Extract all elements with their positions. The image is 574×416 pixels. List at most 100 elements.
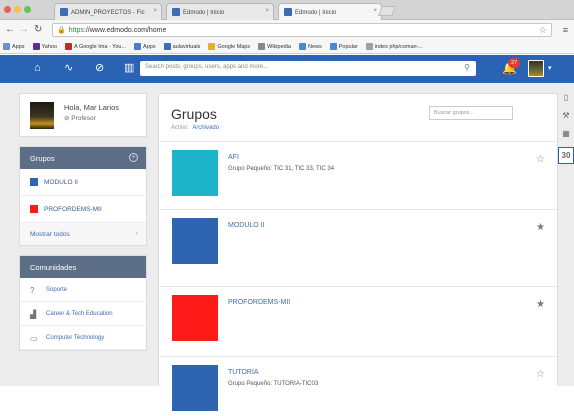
- bookmark-item[interactable]: Wikipedia: [258, 43, 291, 50]
- chevron-down-icon[interactable]: ▾: [548, 64, 552, 72]
- discover-icon[interactable]: ⊘: [95, 61, 104, 75]
- star-filled-icon[interactable]: ★: [536, 222, 545, 233]
- group-row[interactable]: AFI Grupo Pequeño: TIC 31, TIC 33, TIC 3…: [159, 141, 557, 201]
- group-thumbnail[interactable]: [172, 295, 218, 341]
- group-name[interactable]: PROFORDEMS-MII: [228, 299, 290, 306]
- add-group-icon[interactable]: +: [129, 153, 138, 162]
- group-search-input[interactable]: Buscar grupos...: [429, 106, 513, 120]
- groups-main-panel: Grupos Activo Archivado Buscar grupos... …: [158, 93, 558, 411]
- reload-icon[interactable]: ↻: [34, 24, 42, 36]
- window-controls: [4, 6, 31, 13]
- bookmark-item[interactable]: News: [298, 43, 322, 50]
- youtube-icon: [65, 43, 73, 50]
- bookmark-item[interactable]: Apps: [134, 43, 156, 50]
- browser-tab-bar: ADMIN_PROYECTOS - Fic × Edmodo | Inicio …: [0, 0, 574, 20]
- communities-panel-header: Comunidades: [20, 256, 146, 278]
- group-thumbnail[interactable]: [172, 218, 218, 264]
- bookmark-item[interactable]: A Google Ima - You...: [65, 43, 126, 50]
- tab-archived-groups[interactable]: Archivado: [192, 125, 219, 131]
- community-item[interactable]: ▭ Computer Technology: [20, 326, 146, 350]
- browser-tab[interactable]: Edmodo | Inicio ×: [166, 3, 274, 20]
- browser-menu-icon[interactable]: ≡: [563, 25, 568, 35]
- page-icon: [365, 43, 373, 50]
- group-subtitle: Grupo Pequeño: TUTORIA-TIC03: [228, 381, 319, 387]
- star-outline-icon[interactable]: ☆: [536, 154, 545, 165]
- help-icon: ?: [30, 286, 35, 295]
- community-label: Soporte: [46, 287, 68, 293]
- url-scheme: https: [68, 27, 84, 34]
- bookmark-item[interactable]: aulavirtuals: [163, 43, 200, 50]
- app-header: ⌂ ∿ ⊘ ▥ Search posts, groups, users, app…: [0, 55, 574, 83]
- group-color-swatch: [30, 205, 38, 213]
- groups-panel-header: Grupos +: [20, 147, 146, 169]
- bookmark-star-icon[interactable]: ☆: [539, 25, 547, 36]
- maximize-window-button[interactable]: [24, 6, 31, 13]
- grid-icon[interactable]: ▦: [558, 129, 574, 138]
- browser-tab-active[interactable]: Edmodo | Inicio ×: [278, 3, 382, 20]
- browser-tab[interactable]: ADMIN_PROYECTOS - Fic ×: [54, 3, 162, 20]
- group-row[interactable]: PROFORDEMS-MII ★: [159, 286, 557, 346]
- browser-toolbar: ← → ↻ 🔒 https://www.edmodo.com/home ☆ ≡: [0, 20, 574, 40]
- minimize-window-button[interactable]: [14, 6, 21, 13]
- search-icon[interactable]: ⚲: [464, 63, 470, 72]
- page-title: Grupos: [171, 106, 217, 122]
- forward-icon[interactable]: →: [19, 24, 29, 36]
- group-name[interactable]: AFI: [228, 154, 239, 161]
- bookmark-item[interactable]: Apps: [3, 43, 25, 50]
- activity-icon[interactable]: ∿: [64, 61, 73, 75]
- close-tab-icon[interactable]: ×: [373, 8, 377, 14]
- header-avatar[interactable]: [528, 60, 544, 77]
- wrench-icon[interactable]: ⚒: [558, 111, 574, 120]
- folder-icon: [329, 43, 337, 50]
- avatar[interactable]: [30, 102, 54, 129]
- calendar-icon[interactable]: 30: [558, 147, 574, 164]
- address-bar[interactable]: 🔒 https://www.edmodo.com/home ☆: [52, 23, 552, 37]
- community-item[interactable]: ▟ Career & Tech Education: [20, 302, 146, 326]
- bookmarks-bar: Apps Yahoo A Google Ima - You... Apps au…: [0, 40, 574, 54]
- group-color-swatch: [30, 178, 38, 186]
- bookmark-item[interactable]: Google Maps: [208, 43, 250, 50]
- bookmark-item[interactable]: Popular: [329, 43, 358, 50]
- sidebar-item-group[interactable]: MODULO II: [20, 169, 146, 196]
- sidebar-item-label: MODULO II: [44, 178, 78, 186]
- tab-label: Edmodo | Inicio: [295, 10, 337, 16]
- groups-panel: Grupos + MODULO II PROFORDEMS-MII Mostra…: [19, 146, 147, 246]
- tab-active-groups[interactable]: Activo: [171, 125, 187, 131]
- yahoo-icon: [32, 43, 40, 50]
- check-circle-icon: ⊘: [64, 115, 70, 122]
- lock-icon: 🔒: [57, 27, 66, 34]
- close-tab-icon[interactable]: ×: [265, 8, 269, 14]
- group-row[interactable]: TUTORIA Grupo Pequeño: TUTORIA-TIC03 ☆: [159, 356, 557, 416]
- community-item[interactable]: ? Soporte: [20, 278, 146, 302]
- trash-icon[interactable]: ▯: [558, 93, 574, 102]
- group-thumbnail[interactable]: [172, 365, 218, 411]
- bookmark-icon: [163, 43, 171, 50]
- profile-greeting[interactable]: Hola, Mar Larios: [64, 103, 119, 112]
- community-label: Computer Technology: [46, 335, 105, 341]
- star-outline-icon[interactable]: ☆: [536, 369, 545, 380]
- group-thumbnail[interactable]: [172, 150, 218, 196]
- group-name[interactable]: MODULO II: [228, 222, 265, 229]
- new-tab-button[interactable]: [378, 6, 396, 16]
- back-icon[interactable]: ←: [5, 24, 15, 36]
- url-text: ://www.edmodo.com/home: [83, 27, 167, 34]
- tab-label: Edmodo | Inicio: [183, 10, 225, 16]
- sidebar-item-group[interactable]: PROFORDEMS-MII: [20, 196, 146, 223]
- group-row[interactable]: MODULO II ★: [159, 209, 557, 269]
- group-name[interactable]: TUTORIA: [228, 369, 259, 376]
- maps-icon: [208, 43, 216, 50]
- wikipedia-icon: [258, 43, 266, 50]
- profile-card: Hola, Mar Larios ⊘ Profesor: [19, 93, 147, 137]
- star-filled-icon[interactable]: ★: [536, 299, 545, 310]
- home-icon[interactable]: ⌂: [34, 61, 41, 75]
- bookmark-item[interactable]: index php/coman-...: [365, 43, 423, 50]
- close-window-button[interactable]: [4, 6, 11, 13]
- folder-icon: [298, 43, 306, 50]
- global-search-input[interactable]: Search posts, groups, users, apps and mo…: [140, 61, 476, 76]
- calendar-day: 30: [561, 151, 571, 160]
- library-icon[interactable]: ▥: [124, 61, 134, 75]
- sidebar-item-label: PROFORDEMS-MII: [44, 205, 102, 213]
- show-all-groups-link[interactable]: Mostrar todos ›: [20, 223, 146, 245]
- bookmark-item[interactable]: Yahoo: [32, 43, 57, 50]
- close-tab-icon[interactable]: ×: [153, 8, 157, 14]
